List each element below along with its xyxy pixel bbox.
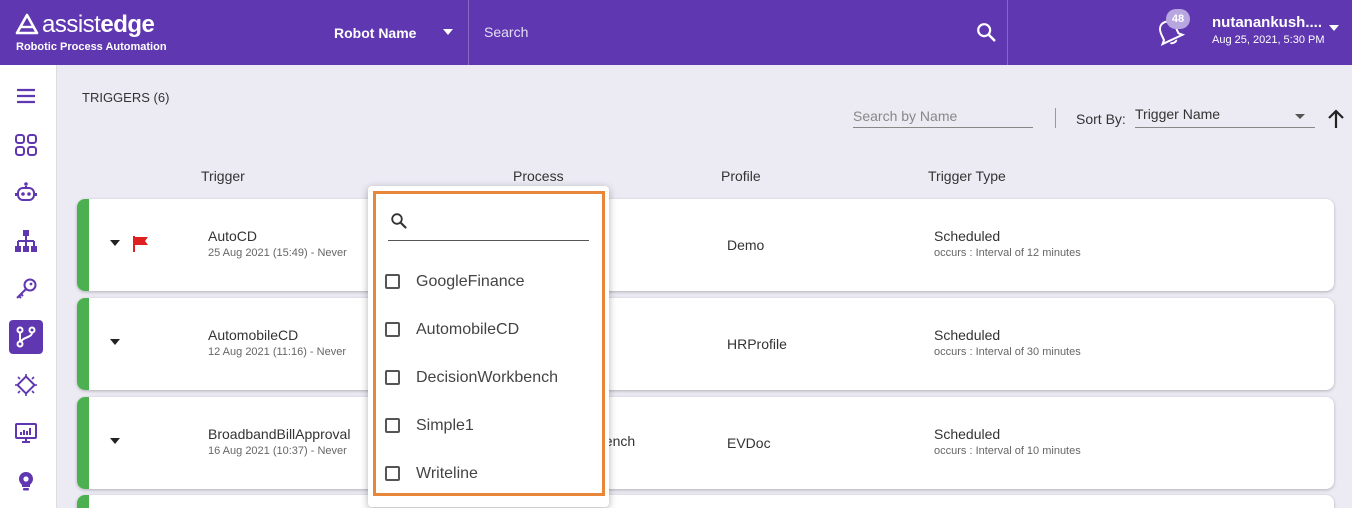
sidebar-item-triggers[interactable] xyxy=(9,320,43,354)
robot-icon xyxy=(15,182,37,201)
status-indicator xyxy=(77,199,89,291)
dashboard-icon xyxy=(15,134,37,156)
column-header-trigger-type[interactable]: Trigger Type xyxy=(928,168,1006,184)
trigger-row[interactable]: AutomobileCD 12 Aug 2021 (11:16) - Never… xyxy=(77,298,1334,390)
trigger-type: Scheduled xyxy=(934,426,1001,442)
trigger-date: 16 Aug 2021 (10:37) - Never xyxy=(208,445,347,457)
menu-icon xyxy=(17,88,35,104)
sort-ascending-icon[interactable] xyxy=(1326,108,1346,130)
status-indicator xyxy=(77,298,89,390)
column-header-trigger[interactable]: Trigger xyxy=(201,168,245,184)
process-option-label: GoogleFinance xyxy=(416,273,525,290)
hierarchy-icon xyxy=(15,230,37,252)
trigger-interval: occurs : Interval of 12 minutes xyxy=(934,247,1081,259)
search-by-name-input[interactable] xyxy=(853,106,1033,126)
user-menu[interactable]: nutanankush.... Aug 25, 2021, 5:30 PM xyxy=(1212,14,1347,54)
logo-text: assistedge xyxy=(42,11,155,38)
settings-bulb-icon xyxy=(19,472,33,491)
user-name: nutanankush.... xyxy=(1212,14,1323,31)
trigger-profile: HRProfile xyxy=(727,336,787,352)
process-filter-search-input[interactable] xyxy=(416,210,586,234)
sort-by-label: Sort By: xyxy=(1076,111,1126,127)
trigger-name: AutoCD xyxy=(208,228,258,244)
page-title: TRIGGERS (6) xyxy=(82,90,170,105)
process-option[interactable]: Simple1 xyxy=(385,410,595,440)
logo-subtitle: Robotic Process Automation xyxy=(16,41,167,53)
logo[interactable]: assistedge Robotic Process Automation xyxy=(14,10,184,58)
flag-icon xyxy=(133,236,148,252)
trigger-row[interactable] xyxy=(77,495,1334,508)
sort-by-select[interactable]: Trigger Name xyxy=(1135,106,1315,128)
sidebar-menu-toggle[interactable] xyxy=(9,79,43,113)
trigger-interval: occurs : Interval of 30 minutes xyxy=(934,346,1081,358)
expand-row-icon[interactable] xyxy=(110,240,120,246)
chip-icon xyxy=(15,374,37,396)
process-option-label: Simple1 xyxy=(416,417,474,434)
trigger-date: 25 Aug 2021 (15:49) - Never xyxy=(208,247,347,259)
robot-name-select[interactable]: Robot Name xyxy=(318,0,469,65)
expand-row-icon[interactable] xyxy=(110,339,120,345)
user-datetime: Aug 25, 2021, 5:30 PM xyxy=(1212,34,1325,46)
trigger-name: BroadbandBillApproval xyxy=(208,426,351,442)
checkbox[interactable] xyxy=(385,466,400,481)
search-by-name xyxy=(853,106,1033,128)
monitor-icon xyxy=(15,423,37,443)
process-option[interactable]: GoogleFinance xyxy=(385,266,595,296)
trigger-type: Scheduled xyxy=(934,228,1001,244)
sidebar-item-integrations[interactable] xyxy=(9,368,43,402)
process-option[interactable]: Writeline xyxy=(385,458,595,488)
process-option-label: AutomobileCD xyxy=(416,321,520,338)
search-icon xyxy=(391,213,407,229)
top-bar: assistedge Robotic Process Automation Ro… xyxy=(0,0,1352,65)
assistedge-logo-icon xyxy=(15,13,39,35)
sidebar-item-hierarchy[interactable] xyxy=(9,224,43,258)
checkbox[interactable] xyxy=(385,322,400,337)
process-filter-search xyxy=(388,210,589,241)
checkbox[interactable] xyxy=(385,274,400,289)
process-filter-dropdown: GoogleFinance AutomobileCD DecisionWorkb… xyxy=(368,186,609,507)
robot-name-select-label: Robot Name xyxy=(334,24,417,41)
notification-count-badge: 48 xyxy=(1166,9,1190,29)
sidebar-item-dashboard[interactable] xyxy=(9,128,43,162)
search-icon[interactable] xyxy=(975,21,997,43)
process-option-label: DecisionWorkbench xyxy=(416,369,558,386)
column-header-profile[interactable]: Profile xyxy=(721,168,761,184)
process-option[interactable]: AutomobileCD xyxy=(385,314,595,344)
checkbox[interactable] xyxy=(385,370,400,385)
expand-row-icon[interactable] xyxy=(110,438,120,444)
status-indicator xyxy=(77,495,89,508)
trigger-type: Scheduled xyxy=(934,327,1001,343)
sidebar-item-robots[interactable] xyxy=(9,176,43,210)
sidebar-item-monitoring[interactable] xyxy=(9,416,43,450)
checkbox[interactable] xyxy=(385,418,400,433)
status-indicator xyxy=(77,397,89,489)
trigger-interval: occurs : Interval of 10 minutes xyxy=(934,445,1081,457)
sidebar-item-credentials[interactable] xyxy=(9,272,43,306)
toolbar-divider xyxy=(1055,108,1056,128)
key-icon xyxy=(16,278,37,299)
chevron-down-icon xyxy=(1295,114,1305,119)
sort-by-value: Trigger Name xyxy=(1135,106,1221,122)
trigger-row[interactable]: AutoCD 25 Aug 2021 (15:49) - Never e Dem… xyxy=(77,199,1334,291)
chevron-down-icon xyxy=(1329,25,1339,31)
process-option[interactable]: DecisionWorkbench xyxy=(385,362,595,392)
trigger-date: 12 Aug 2021 (11:16) - Never xyxy=(208,346,346,358)
chevron-down-icon xyxy=(443,29,453,35)
trigger-row[interactable]: BroadbandBillApproval 16 Aug 2021 (10:37… xyxy=(77,397,1334,489)
column-header-process[interactable]: Process xyxy=(513,168,564,184)
sidebar xyxy=(0,65,57,508)
global-search xyxy=(470,0,1008,65)
trigger-profile: EVDoc xyxy=(727,435,771,451)
process-option-label: Writeline xyxy=(416,465,478,482)
workflow-icon xyxy=(16,326,36,348)
global-search-input[interactable] xyxy=(484,20,944,44)
sidebar-item-settings[interactable] xyxy=(9,464,43,498)
trigger-name: AutomobileCD xyxy=(208,327,299,343)
trigger-profile: Demo xyxy=(727,237,765,253)
